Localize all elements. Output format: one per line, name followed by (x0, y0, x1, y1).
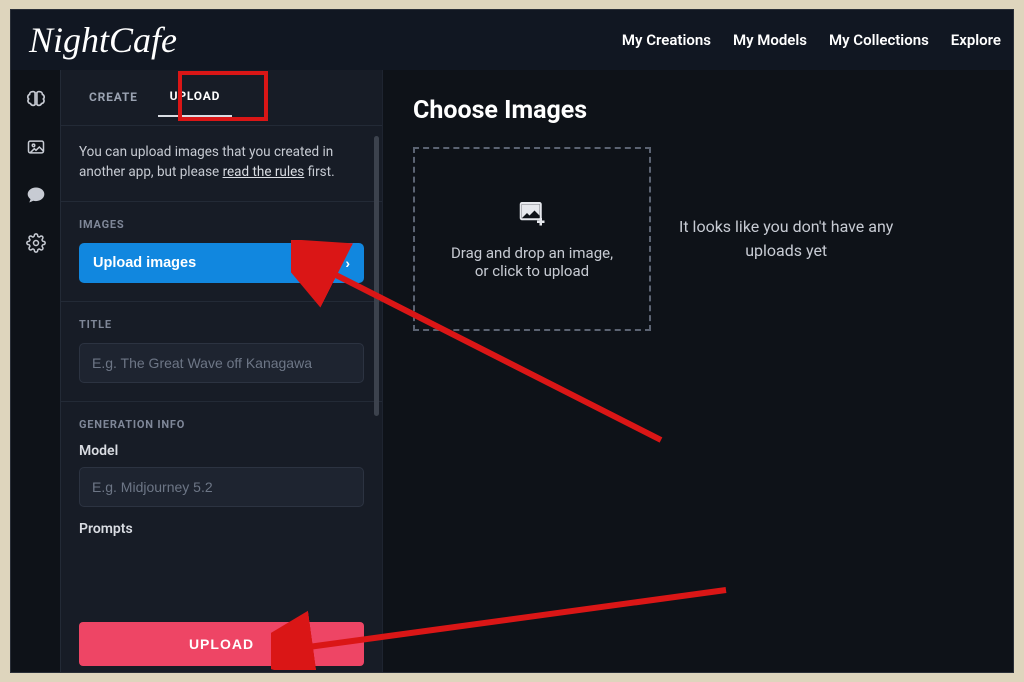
chat-icon[interactable] (25, 184, 47, 206)
title-label: TITLE (79, 318, 364, 331)
help-text: You can upload images that you created i… (79, 142, 364, 183)
tab-upload[interactable]: UPLOAD (158, 79, 233, 117)
main-row: Drag and drop an image, or click to uplo… (413, 147, 983, 331)
upload-images-button[interactable]: Upload images › (79, 243, 364, 283)
images-label: IMAGES (79, 218, 364, 231)
side-panel: CREATE UPLOAD You can upload images that… (61, 70, 383, 672)
image-add-icon (517, 198, 547, 232)
image-icon[interactable] (25, 136, 47, 158)
generation-info-section: GENERATION INFO Model Prompts (61, 402, 382, 555)
read-rules-link[interactable]: read the rules (223, 164, 305, 180)
topbar: NightCafe My Creations My Models My Coll… (11, 10, 1013, 70)
tab-create[interactable]: CREATE (77, 80, 150, 116)
nav-my-models[interactable]: My Models (733, 31, 807, 49)
prompts-label: Prompts (79, 521, 364, 537)
dropzone[interactable]: Drag and drop an image, or click to uplo… (413, 147, 651, 331)
main-heading: Choose Images (413, 96, 983, 125)
main-content: Choose Images Drag and drop an image, or… (383, 70, 1013, 672)
brain-icon[interactable] (25, 88, 47, 110)
nav-my-collections[interactable]: My Collections (829, 31, 929, 49)
chevron-right-icon: › (345, 255, 350, 271)
app-frame: NightCafe My Creations My Models My Coll… (10, 9, 1014, 673)
empty-line1: It looks like you don't have any (679, 215, 893, 239)
brand-logo[interactable]: NightCafe (29, 19, 177, 61)
dropzone-line1: Drag and drop an image, (451, 244, 613, 262)
images-section: IMAGES Upload images › (61, 202, 382, 302)
panel-scroll[interactable]: You can upload images that you created i… (61, 126, 382, 672)
upload-submit-button[interactable]: UPLOAD (79, 622, 364, 666)
dropzone-text: Drag and drop an image, or click to uplo… (451, 244, 613, 280)
empty-state-message: It looks like you don't have any uploads… (679, 215, 893, 263)
panel-tabs: CREATE UPLOAD (61, 70, 382, 126)
model-input[interactable] (79, 467, 364, 507)
upload-images-button-label: Upload images (93, 255, 196, 271)
model-label: Model (79, 443, 364, 459)
generation-info-label: GENERATION INFO (79, 418, 364, 431)
body: CREATE UPLOAD You can upload images that… (11, 70, 1013, 672)
empty-line2: uploads yet (679, 239, 893, 263)
help-section: You can upload images that you created i… (61, 126, 382, 202)
title-section: TITLE (61, 302, 382, 402)
nav-explore[interactable]: Explore (951, 31, 1001, 49)
top-nav: My Creations My Models My Collections Ex… (622, 31, 1001, 49)
help-text-suffix: first. (304, 164, 334, 180)
nav-my-creations[interactable]: My Creations (622, 31, 711, 49)
icon-rail (11, 70, 61, 672)
gear-icon[interactable] (25, 232, 47, 254)
dropzone-line2: or click to upload (451, 262, 613, 280)
title-input[interactable] (79, 343, 364, 383)
